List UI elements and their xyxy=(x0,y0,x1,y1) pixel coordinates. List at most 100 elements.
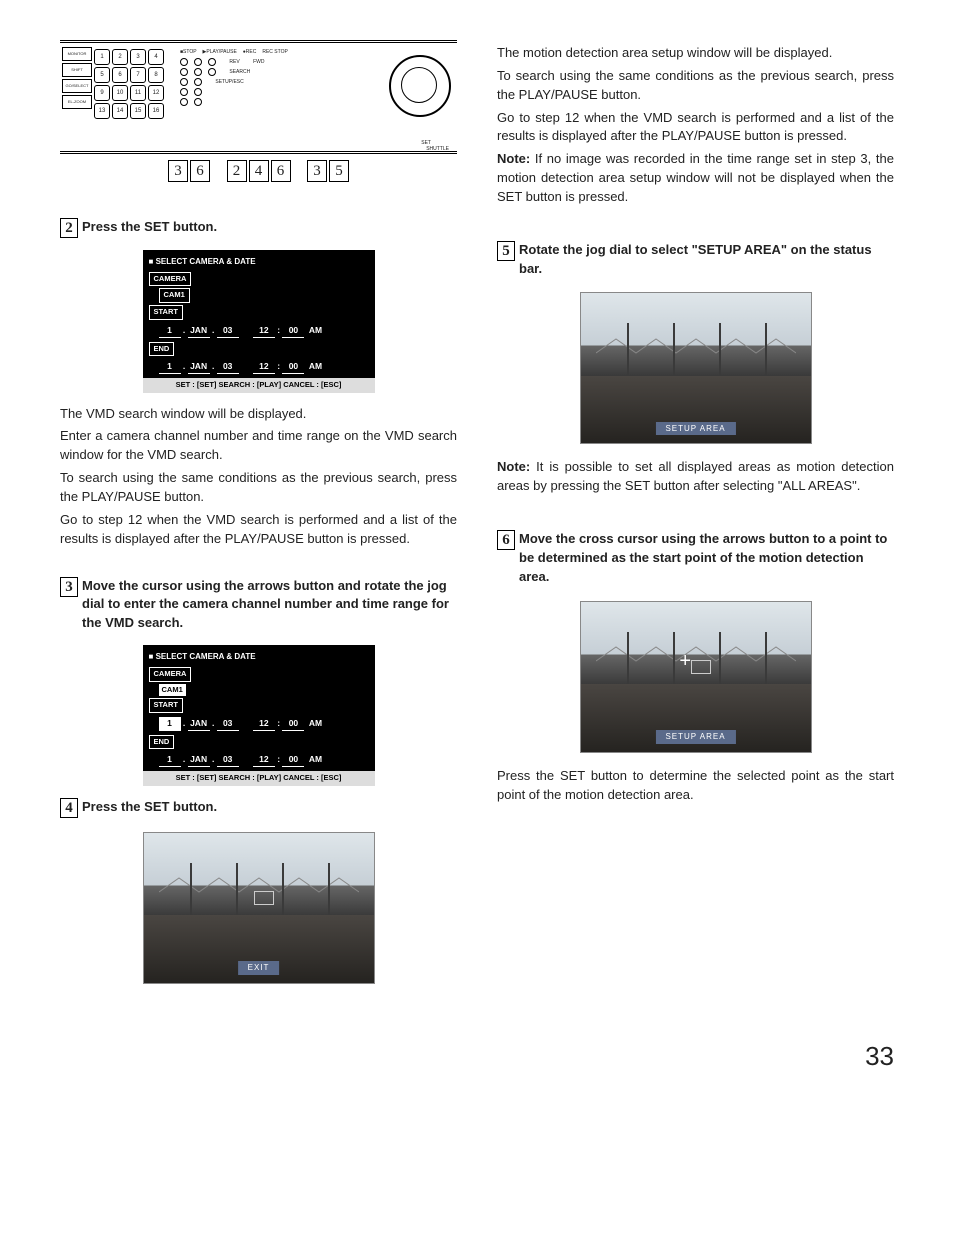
callout: 6 xyxy=(190,160,210,182)
photo-status-tag: SETUP AREA xyxy=(655,422,735,436)
start-month: JAN xyxy=(188,717,210,730)
panel-mid-controls: ■STOP▶PLAY/PAUSE●RECREC STOP REV FWD SEA… xyxy=(180,49,383,108)
cam-btn: 11 xyxy=(130,85,146,101)
panel-elzoom-btn: EL-ZOOM xyxy=(62,95,92,109)
note-label: Note: xyxy=(497,151,530,166)
step-title: Move the cross cursor using the arrows b… xyxy=(519,530,894,587)
step-number: 5 xyxy=(497,241,515,261)
left-column: MONITOR SHIFT GO/SELECT EL-ZOOM 1 2 3 4 … xyxy=(60,40,457,998)
step-2-heading: 2 Press the SET button. xyxy=(60,218,457,238)
step-title: Press the SET button. xyxy=(82,218,457,237)
station-photo-setup-2: + SETUP AREA xyxy=(580,601,812,753)
step-title: Rotate the jog dial to select "SETUP ARE… xyxy=(519,241,894,279)
end-hour: 12 xyxy=(253,360,275,373)
screen-title: SELECT CAMERA & DATE xyxy=(149,256,369,268)
step2-p3: To search using the same conditions as t… xyxy=(60,469,457,507)
start-label: START xyxy=(149,305,183,320)
end-month: JAN xyxy=(188,360,210,373)
camera-label: CAMERA xyxy=(149,667,192,682)
step-number: 4 xyxy=(60,798,78,818)
panel-callouts: 36 246 35 xyxy=(60,160,457,182)
start-ampm: AM xyxy=(309,325,322,335)
step2-p4: Go to step 12 when the VMD search is per… xyxy=(60,511,457,549)
step-6-heading: 6 Move the cross cursor using the arrows… xyxy=(497,530,894,587)
panel-monitor-btn: MONITOR xyxy=(62,47,92,61)
device-panel-figure: MONITOR SHIFT GO/SELECT EL-ZOOM 1 2 3 4 … xyxy=(60,40,457,154)
end-label: END xyxy=(149,342,175,357)
cam-btn: 16 xyxy=(148,103,164,119)
start-year: 03 xyxy=(217,324,239,337)
start-year: 03 xyxy=(217,717,239,730)
cam-btn: 12 xyxy=(148,85,164,101)
cam-btn: 15 xyxy=(130,103,146,119)
callout: 5 xyxy=(329,160,349,182)
screen-action-bar: SET : [SET] SEARCH : [PLAY] CANCEL : [ES… xyxy=(143,771,375,786)
start-hour: 12 xyxy=(253,717,275,730)
photo-status-tag: SETUP AREA xyxy=(655,730,735,744)
intro-note: Note: If no image was recorded in the ti… xyxy=(497,150,894,207)
intro-p2: To search using the same conditions as t… xyxy=(497,67,894,105)
select-camera-date-screen: SELECT CAMERA & DATE CAMERA CAM1 START 1… xyxy=(143,250,375,393)
cam-btn: 4 xyxy=(148,49,164,65)
page-number: 33 xyxy=(60,1038,894,1076)
end-hour: 12 xyxy=(253,753,275,766)
end-month: JAN xyxy=(188,753,210,766)
intro-p3: Go to step 12 when the VMD search is per… xyxy=(497,109,894,147)
station-photo-exit: EXIT xyxy=(143,832,375,984)
cam-btn: 2 xyxy=(112,49,128,65)
cam-btn: 1 xyxy=(94,49,110,65)
select-camera-date-screen-2: SELECT CAMERA & DATE CAMERA CAM1 START 1… xyxy=(143,645,375,786)
end-label: END xyxy=(149,735,175,750)
step-number: 6 xyxy=(497,530,515,550)
camera-button-grid: 1 2 3 4 5 6 7 8 9 10 11 12 13 14 15 16 xyxy=(94,49,164,119)
step-3-heading: 3 Move the cursor using the arrows butto… xyxy=(60,577,457,634)
end-year: 03 xyxy=(217,360,239,373)
cam-btn: 8 xyxy=(148,67,164,83)
start-min: 00 xyxy=(282,324,304,337)
jog-dial-icon xyxy=(389,55,451,117)
step2-p1: The VMD search window will be displayed. xyxy=(60,405,457,424)
end-ampm: AM xyxy=(309,361,322,371)
start-month: JAN xyxy=(188,324,210,337)
start-day: 1 xyxy=(159,324,181,337)
cam-btn: 14 xyxy=(112,103,128,119)
cam-btn: 5 xyxy=(94,67,110,83)
end-min: 00 xyxy=(282,360,304,373)
step-number: 2 xyxy=(60,218,78,238)
step5-note: Note: It is possible to set all displaye… xyxy=(497,458,894,496)
screen-action-bar: SET : [SET] SEARCH : [PLAY] CANCEL : [ES… xyxy=(143,378,375,393)
right-column: The motion detection area setup window w… xyxy=(497,40,894,998)
cam-btn: 9 xyxy=(94,85,110,101)
camera-label: CAMERA xyxy=(149,272,192,287)
note-text: If no image was recorded in the time ran… xyxy=(497,151,894,204)
step-number: 3 xyxy=(60,577,78,597)
station-photo-setup-1: SETUP AREA xyxy=(580,292,812,444)
step-4-heading: 4 Press the SET button. xyxy=(60,798,457,818)
callout: 3 xyxy=(168,160,188,182)
start-day: 1 xyxy=(159,717,181,730)
step-title: Move the cursor using the arrows button … xyxy=(82,577,457,634)
end-year: 03 xyxy=(217,753,239,766)
callout: 4 xyxy=(249,160,269,182)
panel-shift-btn: SHIFT xyxy=(62,63,92,77)
end-day: 1 xyxy=(159,753,181,766)
step2-p2: Enter a camera channel number and time r… xyxy=(60,427,457,465)
cam-btn: 6 xyxy=(112,67,128,83)
note-text: It is possible to set all displayed area… xyxy=(497,459,894,493)
end-day: 1 xyxy=(159,360,181,373)
cam-btn: 10 xyxy=(112,85,128,101)
camera-value-highlighted: CAM1 xyxy=(159,684,186,697)
cam-btn: 13 xyxy=(94,103,110,119)
camera-value: CAM1 xyxy=(159,288,190,303)
callout: 3 xyxy=(307,160,327,182)
step-title: Press the SET button. xyxy=(82,798,457,817)
panel-goselect-btn: GO/SELECT xyxy=(62,79,92,93)
step6-p1: Press the SET button to determine the se… xyxy=(497,767,894,805)
shuttle-label: SHUTTLE xyxy=(426,146,449,153)
cam-btn: 7 xyxy=(130,67,146,83)
start-min: 00 xyxy=(282,717,304,730)
note-label: Note: xyxy=(497,459,530,474)
photo-status-tag: EXIT xyxy=(238,961,280,975)
step-5-heading: 5 Rotate the jog dial to select "SETUP A… xyxy=(497,241,894,279)
start-ampm: AM xyxy=(309,718,322,728)
